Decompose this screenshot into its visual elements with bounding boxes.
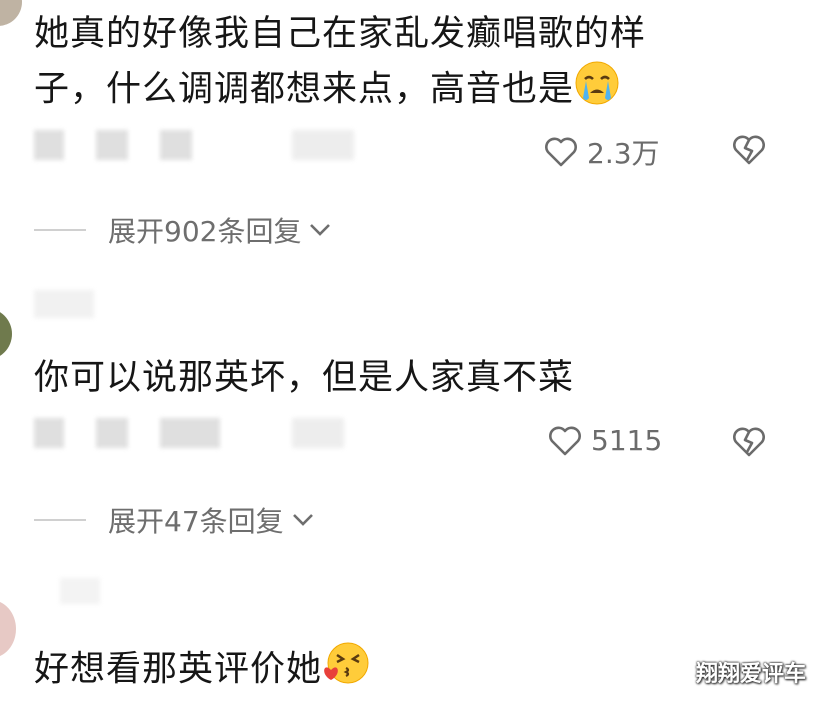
- like-count: 2.3万: [587, 137, 660, 170]
- blurred-location: [96, 418, 128, 448]
- divider-line: [34, 519, 86, 521]
- blurred-timestamp: [34, 418, 64, 448]
- reply-button[interactable]: [292, 418, 344, 448]
- expand-replies-button[interactable]: 展开902条回复: [34, 210, 331, 250]
- broken-heart-icon[interactable]: [731, 426, 767, 458]
- chevron-down-icon: [310, 224, 331, 236]
- expand-replies-label: 展开902条回复: [108, 215, 302, 248]
- broken-heart-icon[interactable]: [731, 134, 767, 166]
- comment-text-line1: 她真的好像我自己在家乱发癫唱歌的样: [34, 14, 647, 54]
- kissing-face-icon: [322, 640, 370, 701]
- blurred-username: [60, 578, 100, 604]
- blurred-location: [96, 130, 128, 160]
- avatar[interactable]: [0, 308, 12, 360]
- heart-icon: [549, 426, 581, 455]
- chevron-down-icon: [292, 514, 313, 526]
- comment-text: 她真的好像我自己在家乱发癫唱歌的样 子，什么调调都想来点，高音也是: [34, 8, 646, 121]
- watermark: 翔翔爱评车: [695, 662, 806, 687]
- comment-text-line: 好想看那英评价她: [34, 649, 323, 690]
- reply-button[interactable]: [292, 130, 354, 160]
- like-count: 5115: [591, 424, 663, 457]
- blurred-username: [34, 290, 94, 318]
- comment-text-line2: 子，什么调调都想来点，高音也是: [34, 69, 575, 110]
- expand-replies-button[interactable]: 展开47条回复: [34, 500, 314, 540]
- comment-text-line: 你可以说那英坏，但是人家真不菜: [34, 358, 575, 398]
- like-button[interactable]: 2.3万: [543, 132, 660, 172]
- expand-replies-label: 展开47条回复: [108, 505, 284, 538]
- blurred-info: [160, 418, 220, 448]
- heart-icon: [545, 137, 577, 167]
- comment-text: 好想看那英评价她: [34, 640, 370, 701]
- blurred-timestamp: [34, 130, 64, 160]
- like-button[interactable]: 5115: [547, 424, 662, 457]
- divider-line: [34, 229, 86, 231]
- comment-text: 你可以说那英坏，但是人家真不菜: [34, 352, 574, 404]
- avatar[interactable]: [0, 600, 16, 658]
- blurred-info: [160, 130, 192, 160]
- avatar[interactable]: [0, 0, 22, 26]
- crying-face-icon: [574, 60, 620, 121]
